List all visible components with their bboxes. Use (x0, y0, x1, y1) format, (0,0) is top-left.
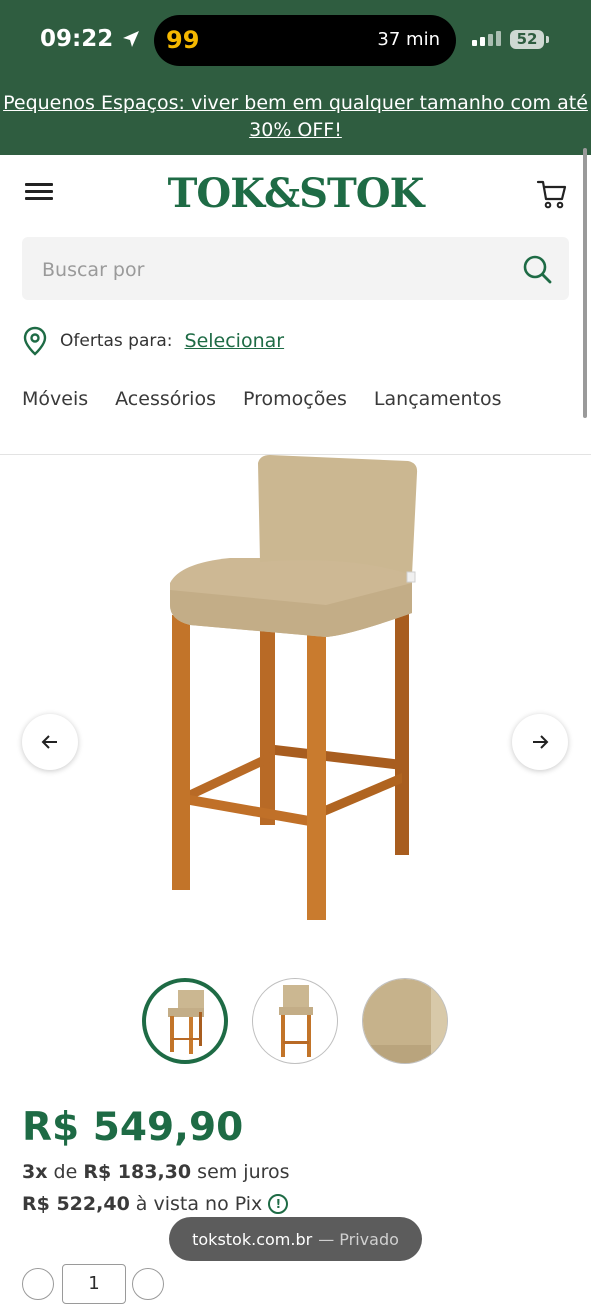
product-price: R$ 549,90 (22, 1105, 244, 1150)
location-arrow-icon (123, 31, 140, 47)
nav-item-lancamentos[interactable]: Lançamentos (374, 388, 502, 410)
pix-suffix: à vista no Pix (135, 1193, 263, 1215)
signal-icon (472, 31, 501, 46)
quantity-decrement-button[interactable] (22, 1268, 54, 1300)
scrollbar[interactable] (583, 148, 587, 418)
installment-count: 3x (22, 1161, 48, 1183)
clock: 09:22 (40, 26, 114, 52)
browser-url-bar[interactable]: tokstok.com.br — Privado (169, 1217, 422, 1261)
arrow-right-icon (533, 735, 549, 749)
thumbnail-3[interactable] (362, 978, 448, 1064)
pix-price-info: R$ 522,40 à vista no Pix ! (22, 1193, 289, 1215)
select-location-link[interactable]: Selecionar (185, 330, 285, 352)
dynamic-island: 99 37 min (154, 15, 456, 66)
nav-item-moveis[interactable]: Móveis (22, 388, 88, 410)
thumbnail-2[interactable] (252, 978, 338, 1064)
carousel-prev-button[interactable] (22, 714, 78, 770)
installment-of: de (53, 1161, 78, 1183)
thumbnail-1[interactable] (142, 978, 228, 1064)
quantity-increment-button[interactable] (132, 1268, 164, 1300)
status-time: 09:22 (40, 26, 141, 52)
installment-info: 3x de R$ 183,30 sem juros (22, 1161, 290, 1183)
location-pin-icon (23, 326, 47, 356)
app-badge: 99 (166, 26, 200, 54)
offers-label: Ofertas para: (60, 331, 173, 351)
cart-icon[interactable] (536, 178, 568, 210)
island-timer: 37 min (377, 29, 440, 50)
battery-indicator: 52 (510, 30, 544, 49)
battery-tip (546, 36, 549, 43)
promo-banner-link[interactable]: Pequenos Espaços: viver bem em qualquer … (0, 90, 591, 144)
info-icon[interactable]: ! (268, 1194, 289, 1214)
logo[interactable]: TOK&STOK (0, 170, 591, 217)
installment-suffix: sem juros (197, 1161, 290, 1183)
url-text: tokstok.com.br (192, 1229, 313, 1249)
nav-item-acessorios[interactable]: Acessórios (115, 388, 216, 410)
product-image[interactable] (150, 455, 440, 925)
nav-item-promocoes[interactable]: Promoções (243, 388, 347, 410)
search-bar (22, 237, 569, 302)
arrow-left-icon (41, 735, 57, 749)
location-selector: Ofertas para: Selecionar (22, 326, 284, 356)
private-mode-label: — Privado (318, 1229, 399, 1249)
carousel-next-button[interactable] (512, 714, 568, 770)
search-input[interactable] (40, 237, 514, 302)
search-icon[interactable] (521, 253, 553, 285)
category-nav: Móveis Acessórios Promoções Lançamentos (22, 388, 502, 410)
pix-price: R$ 522,40 (22, 1193, 130, 1215)
quantity-field[interactable]: 1 (62, 1264, 126, 1304)
installment-value: R$ 183,30 (83, 1161, 192, 1183)
